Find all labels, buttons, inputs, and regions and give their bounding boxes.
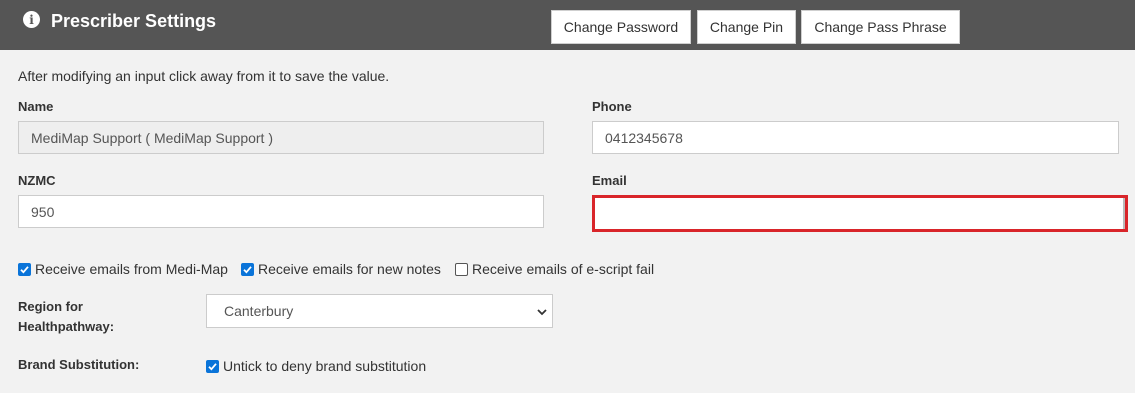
name-field[interactable] xyxy=(18,121,544,154)
chevron-down-icon xyxy=(537,309,547,316)
change-password-button[interactable]: Change Password xyxy=(551,10,691,44)
region-label: Region for Healthpathway: xyxy=(18,297,114,337)
nzmc-label: NZMC xyxy=(18,173,56,188)
region-selected-value: Canterbury xyxy=(224,303,294,319)
brand-substitution-label: Brand Substitution: xyxy=(18,357,140,372)
checkbox-checked-icon[interactable] xyxy=(18,262,31,276)
region-label-line2: Healthpathway: xyxy=(18,319,115,334)
email-label: Email xyxy=(592,173,627,188)
name-label: Name xyxy=(18,99,54,114)
receive-notes-checkbox[interactable]: Receive emails for new notes xyxy=(241,261,441,277)
nzmc-field[interactable] xyxy=(18,195,544,228)
region-select[interactable]: Canterbury xyxy=(206,294,553,328)
change-pass-phrase-button[interactable]: Change Pass Phrase xyxy=(801,10,960,44)
checkbox-checked-icon[interactable] xyxy=(241,262,254,276)
checkbox-unchecked-icon[interactable] xyxy=(455,262,468,276)
receive-medimap-label: Receive emails from Medi-Map xyxy=(35,261,228,277)
phone-label: Phone xyxy=(592,99,632,114)
page-title: Prescriber Settings xyxy=(51,11,217,31)
brand-substitution-checkbox[interactable]: Untick to deny brand substitution xyxy=(206,358,426,374)
receive-notes-label: Receive emails for new notes xyxy=(258,261,441,277)
email-field[interactable] xyxy=(592,195,1128,232)
change-pin-button[interactable]: Change Pin xyxy=(697,10,796,44)
checkbox-checked-icon[interactable] xyxy=(206,359,219,373)
receive-escript-fail-checkbox[interactable]: Receive emails of e-script fail xyxy=(455,261,654,277)
region-label-line1: Region for xyxy=(18,299,83,314)
phone-field[interactable] xyxy=(592,121,1119,154)
info-icon: i xyxy=(23,11,40,28)
brand-substitution-checkbox-label: Untick to deny brand substitution xyxy=(223,358,427,374)
header-bar: i Prescriber Settings Change Password Ch… xyxy=(0,0,1135,50)
save-hint-text: After modifying an input click away from… xyxy=(18,68,390,84)
receive-medimap-checkbox[interactable]: Receive emails from Medi-Map xyxy=(18,261,228,277)
receive-escript-fail-label: Receive emails of e-script fail xyxy=(472,261,655,277)
